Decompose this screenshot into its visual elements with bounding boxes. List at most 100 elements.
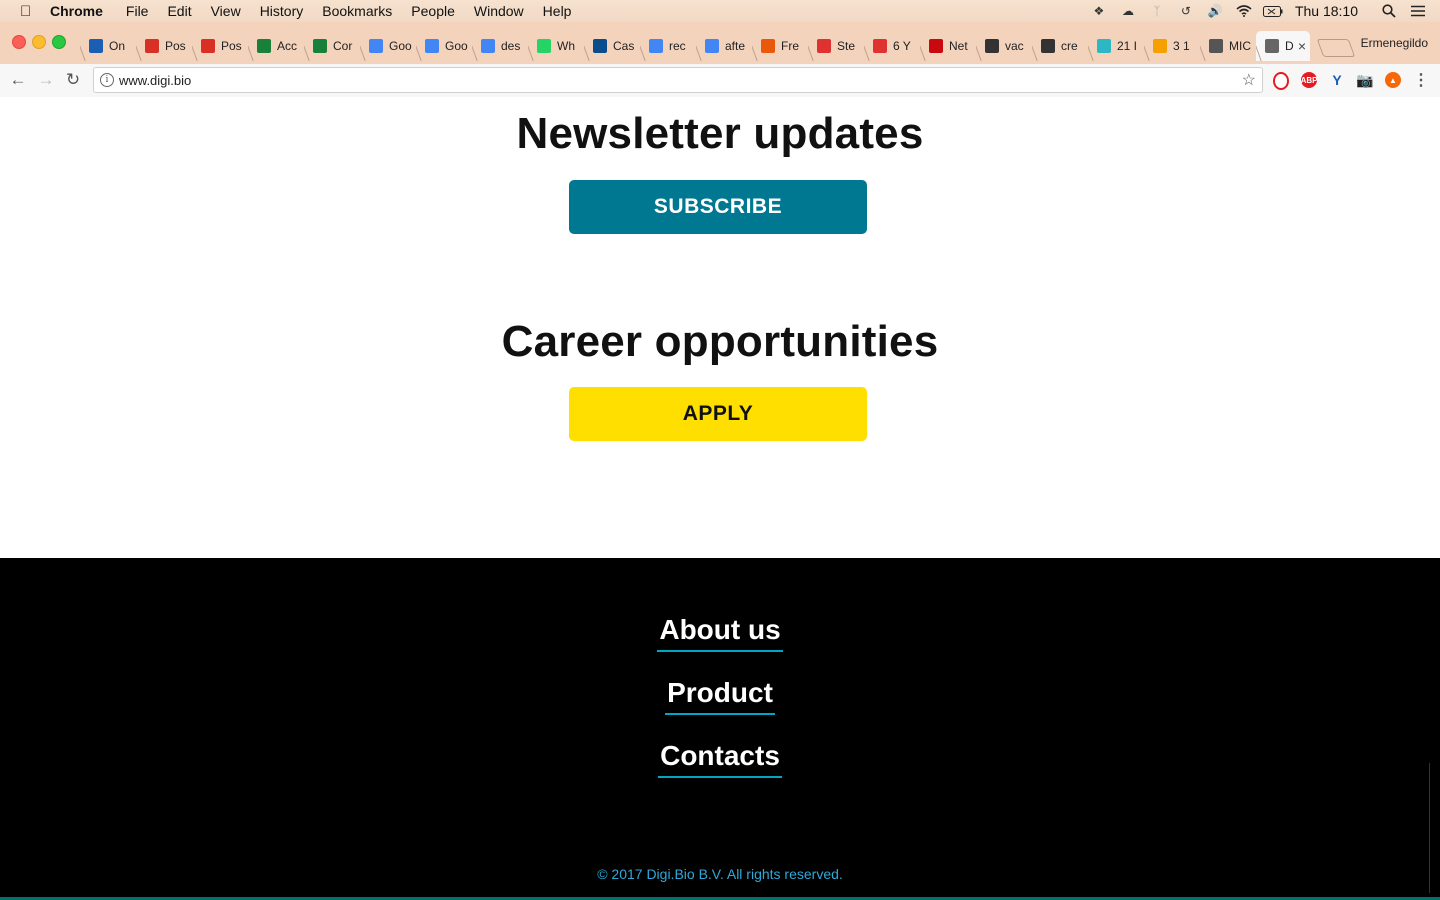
browser-tab[interactable]: On	[80, 31, 136, 61]
newsletter-heading: Newsletter updates	[516, 109, 924, 158]
browser-tab[interactable]: Net	[920, 31, 976, 61]
close-tab-icon[interactable]: ×	[1298, 38, 1306, 54]
tab-title: Acc	[277, 39, 298, 53]
product-link[interactable]: Product	[665, 677, 775, 715]
browser-tab[interactable]: vac	[976, 31, 1032, 61]
browser-tab[interactable]: cre	[1032, 31, 1088, 61]
window-close-button[interactable]	[12, 35, 26, 49]
browser-tab[interactable]: rec	[640, 31, 696, 61]
tab-title: des	[501, 39, 521, 53]
address-bar[interactable]: i www.digi.bio ☆	[93, 67, 1263, 93]
menubar-clock[interactable]: Thu 18:10	[1295, 3, 1358, 19]
apple-icon[interactable]: 	[20, 3, 36, 20]
browser-tab[interactable]: Goo	[360, 31, 416, 61]
opera-extension-icon[interactable]	[1273, 72, 1289, 90]
tab-title: Pos	[221, 39, 242, 53]
google-icon	[705, 39, 719, 53]
contacts-link[interactable]: Contacts	[658, 740, 782, 778]
sheets-icon	[313, 39, 327, 53]
window-maximize-button[interactable]	[52, 35, 66, 49]
yammer-extension-icon[interactable]: Y	[1329, 72, 1345, 88]
sheets-icon	[257, 39, 271, 53]
tab-title: Goo	[389, 39, 412, 53]
m-icon	[761, 39, 775, 53]
browser-tab[interactable]: Cas	[584, 31, 640, 61]
tab-title: rec	[669, 39, 686, 53]
netflix-icon	[929, 39, 943, 53]
document-icon	[1265, 39, 1279, 53]
menu-view[interactable]: View	[211, 3, 241, 19]
dropbox-icon[interactable]: ❖	[1089, 4, 1109, 18]
browser-tab[interactable]: afte	[696, 31, 752, 61]
tab-title: vac	[1005, 39, 1024, 53]
adblock-plus-icon[interactable]: ABP	[1301, 72, 1317, 88]
url-text[interactable]: www.digi.bio	[119, 73, 191, 88]
browser-tab[interactable]: MIC	[1200, 31, 1256, 61]
forward-arrow-icon[interactable]: →	[35, 69, 57, 91]
site-footer: About us Product Contacts © 2017 Digi.Bi…	[0, 558, 1440, 900]
menu-edit[interactable]: Edit	[167, 3, 191, 19]
menu-people[interactable]: People	[411, 3, 455, 19]
bookmark-star-icon[interactable]: ☆	[1242, 70, 1256, 90]
flame-extension-icon[interactable]: ▲	[1385, 72, 1401, 88]
w-icon	[873, 39, 887, 53]
browser-tab[interactable]: des	[472, 31, 528, 61]
yammer-icon	[89, 39, 103, 53]
browser-tab-strip: On Pos Pos Acc Cor Goo Goo des Wh Cas rec afte Fre St…	[0, 22, 1440, 64]
notification-center-icon[interactable]	[1408, 4, 1428, 18]
tab-title: 3 1	[1173, 39, 1190, 53]
browser-tab[interactable]: 3 1	[1144, 31, 1200, 61]
volume-icon[interactable]: 🔊	[1205, 4, 1225, 18]
browser-tab[interactable]: Pos	[136, 31, 192, 61]
menu-bookmarks[interactable]: Bookmarks	[322, 3, 392, 19]
time-machine-icon[interactable]: ↺	[1176, 4, 1196, 18]
page-icon	[985, 39, 999, 53]
tab-title: On	[109, 39, 126, 53]
about-us-link[interactable]: About us	[657, 614, 783, 652]
tab-title: D	[1285, 39, 1294, 53]
google-icon	[481, 39, 495, 53]
tab-title: Net	[949, 39, 968, 53]
browser-tab[interactable]: Pos	[192, 31, 248, 61]
tab-title: Pos	[165, 39, 186, 53]
browser-tab[interactable]: Acc	[248, 31, 304, 61]
footer-link-product: Product	[0, 677, 1440, 715]
window-minimize-button[interactable]	[32, 35, 46, 49]
bluetooth-icon[interactable]: ᛉ	[1147, 4, 1167, 18]
menu-history[interactable]: History	[260, 3, 304, 19]
rai-icon	[593, 39, 607, 53]
menu-file[interactable]: File	[126, 3, 149, 19]
cloud-icon[interactable]: ☁	[1118, 4, 1138, 18]
footer-link-contacts: Contacts	[0, 740, 1440, 778]
apply-button[interactable]: APPLY	[569, 387, 867, 441]
menu-app-name[interactable]: Chrome	[50, 3, 103, 19]
reload-icon[interactable]: ↻	[62, 69, 84, 91]
tab-title: Cas	[613, 39, 635, 53]
battery-icon[interactable]	[1262, 4, 1283, 18]
wifi-icon[interactable]	[1234, 4, 1254, 18]
camera-extension-icon[interactable]: 📷	[1356, 72, 1373, 88]
site-info-icon[interactable]: i	[100, 73, 114, 87]
gmail-icon	[145, 39, 159, 53]
subscribe-button[interactable]: SUBSCRIBE	[569, 180, 867, 234]
spotlight-search-icon[interactable]	[1379, 4, 1399, 18]
chrome-menu-icon[interactable]: ⋮	[1413, 72, 1429, 89]
browser-tab[interactable]: Wh	[528, 31, 584, 61]
browser-tab[interactable]: 21 I	[1088, 31, 1144, 61]
translate-icon	[425, 39, 439, 53]
menu-help[interactable]: Help	[543, 3, 572, 19]
scrollbar-track[interactable]	[1429, 763, 1436, 893]
menu-window[interactable]: Window	[474, 3, 524, 19]
tab-title: 21 I	[1117, 39, 1138, 53]
new-tab-button[interactable]	[1316, 39, 1356, 57]
whatsapp-icon	[537, 39, 551, 53]
browser-tab[interactable]: Fre	[752, 31, 808, 61]
browser-tab[interactable]: D ×	[1256, 31, 1310, 61]
browser-tab[interactable]: Ste	[808, 31, 864, 61]
back-arrow-icon[interactable]: ←	[7, 69, 29, 91]
browser-tab[interactable]: 6 Y	[864, 31, 920, 61]
calendar-icon	[369, 39, 383, 53]
browser-tab[interactable]: Cor	[304, 31, 360, 61]
profile-name[interactable]: Ermenegildo	[1361, 36, 1428, 50]
browser-tab[interactable]: Goo	[416, 31, 472, 61]
